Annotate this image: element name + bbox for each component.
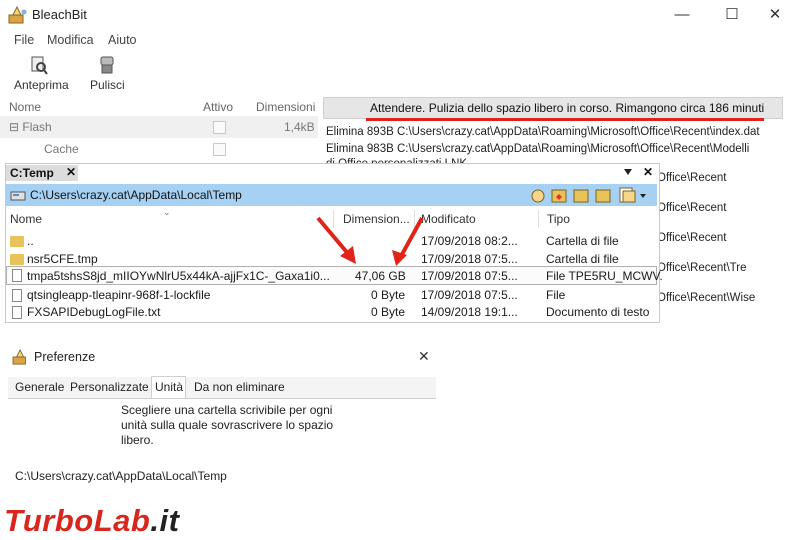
file-icon	[12, 289, 22, 302]
file-name[interactable]: FXSAPIDebugLogFile.txt	[27, 305, 160, 319]
menu-file[interactable]: File	[14, 33, 34, 47]
tab-whitelist[interactable]: Da non eliminare	[194, 378, 285, 397]
dropdown-arrow-icon[interactable]	[622, 167, 634, 177]
tab-temp-label: C:Temp	[10, 166, 54, 180]
tab-close-icon[interactable]: ✕	[66, 165, 76, 179]
flash-checkbox[interactable]	[213, 121, 226, 134]
tree-row-label: Cache	[44, 142, 79, 156]
log-line: Office\Recent\Tre	[657, 262, 747, 274]
annotation-arrows-icon	[316, 216, 424, 266]
tree-header-name: Nome	[9, 100, 42, 114]
description-line: libero.	[121, 433, 154, 447]
menu-help[interactable]: Aiuto	[108, 33, 137, 47]
file-name[interactable]: qtsingleapp-tleapinr-968f-1-lockfile	[27, 288, 210, 302]
log-line: Office\Recent\Wise	[657, 292, 756, 304]
log-line: Office\Recent	[657, 202, 727, 214]
log-line: Office\Recent	[657, 172, 727, 184]
file-modified: 17/09/2018 08:2...	[421, 234, 518, 248]
file-type: Cartella di file	[546, 234, 619, 248]
watermark-part: .it	[150, 503, 180, 538]
close-button[interactable]: ✕	[755, 4, 792, 26]
log-line: Elimina 983B C:\Users\crazy.cat\AppData\…	[326, 143, 750, 155]
watermark-part: TurboLab	[4, 503, 151, 538]
path-toolbar-icons[interactable]	[528, 186, 648, 204]
tree-header-size: Dimensioni	[256, 100, 316, 114]
log-line: Office\Recent	[657, 232, 727, 244]
minimize-button[interactable]: —	[662, 4, 702, 26]
tab-custom[interactable]: Personalizzate	[70, 378, 149, 397]
file-size: 0 Byte	[371, 288, 406, 302]
preferences-title: Preferenze	[34, 350, 96, 364]
folder-icon	[10, 236, 24, 247]
preview-label: Anteprima	[14, 78, 69, 92]
file-name[interactable]: ..	[27, 234, 34, 248]
file-type: File	[546, 288, 566, 302]
file-type: Documento di testo	[546, 305, 650, 319]
dialog-close-icon[interactable]: ✕	[643, 165, 653, 179]
cache-checkbox[interactable]	[213, 143, 226, 156]
bleachbit-logo-icon	[12, 349, 26, 365]
annotation-underline	[366, 118, 764, 121]
file-icon	[12, 306, 22, 319]
file-name[interactable]: tmpa5tshsS8jd_mIIOYwNlrU5x44kA-ajjFx1C-_…	[27, 269, 330, 283]
bleachbit-logo-icon	[8, 6, 27, 24]
file-modified: 17/09/2018 07:5...	[421, 252, 518, 266]
magnifier-icon	[31, 56, 48, 75]
tree-row-label: ⊟ Flash	[9, 120, 52, 134]
preferences-close-button[interactable]: ✕	[418, 348, 430, 365]
tree-header-active: Attivo	[203, 100, 234, 114]
window-title: BleachBit	[32, 7, 87, 22]
file-modified: 17/09/2018 07:5...	[421, 269, 518, 283]
sort-chevron-icon: ⌄	[163, 207, 171, 217]
file-name[interactable]: nsr5CFE.tmp	[27, 252, 98, 266]
broom-icon	[100, 56, 114, 74]
preview-button[interactable]: Anteprima	[10, 52, 72, 94]
drive-path-item[interactable]: C:\Users\crazy.cat\AppData\Local\Temp	[15, 469, 227, 483]
clean-label: Pulisci	[90, 78, 125, 92]
file-modified: 17/09/2018 07:5...	[421, 288, 518, 302]
turbolab-watermark-logo: TurboLab.it	[4, 503, 179, 539]
col-header-type[interactable]: Tipo	[547, 212, 570, 226]
description-line: Scegliere una cartella scrivibile per og…	[121, 403, 333, 417]
file-size: 0 Byte	[371, 305, 406, 319]
tab-drives-label: Unità	[155, 380, 184, 394]
log-line: Elimina 893B C:\Users\crazy.cat\AppData\…	[326, 126, 760, 138]
menu-edit[interactable]: Modifica	[47, 33, 94, 47]
drive-icon	[10, 191, 26, 201]
col-header-name[interactable]: Nome	[10, 212, 42, 226]
file-modified: 14/09/2018 19:1...	[421, 305, 518, 319]
tab-general[interactable]: Generale	[15, 378, 64, 397]
divider	[538, 210, 539, 228]
folder-icon	[10, 254, 24, 265]
description-line: unità sulla quale sovrascrivere lo spazi…	[121, 418, 334, 432]
path-text: C:\Users\crazy.cat\AppData\Local\Temp	[30, 188, 242, 202]
file-icon	[12, 269, 22, 282]
clean-button[interactable]: Pulisci	[84, 52, 132, 94]
maximize-button[interactable]: ☐	[712, 4, 752, 26]
tree-row-size: 1,4kB	[284, 120, 315, 134]
status-text: Attendere. Pulizia dello spazio libero i…	[370, 101, 765, 115]
file-type: Cartella di file	[546, 252, 619, 266]
file-type: File TPE5RU_MCWV.	[546, 269, 663, 283]
